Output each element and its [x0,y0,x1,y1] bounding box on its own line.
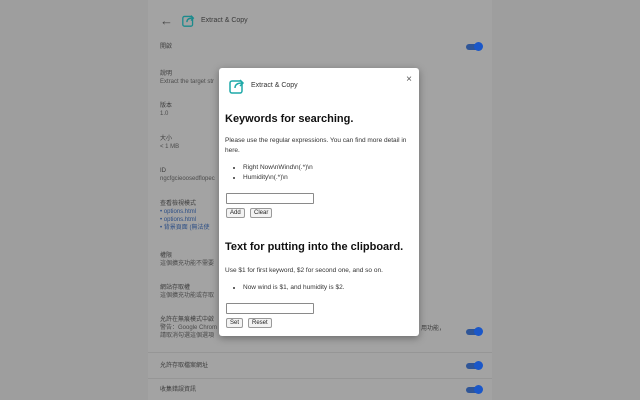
clipboard-description: Use $1 for first keyword, $2 for second … [225,267,383,274]
divider [148,352,492,353]
file-access-label: 允許存取檔案網址 [160,363,209,369]
version-row: 版本 1.0 [160,102,172,118]
set-button[interactable]: Set [226,318,244,328]
permissions-label: 權限 [160,253,173,259]
extension-title: Extract & Copy [201,16,248,24]
keywords-heading: Keywords for searching. [225,113,354,125]
size-row: 大小 < 1 MB [160,135,179,151]
options-dialog: Extract & Copy × Keywords for searching.… [219,68,419,336]
file-access-toggle[interactable] [466,361,483,370]
permissions-row: 權限 這個擴充功能不需要 [160,252,214,268]
size-value: < 1 MB [160,144,180,150]
description-row: 說明 Extract the target str [160,70,214,86]
clear-button[interactable]: Clear [250,208,273,218]
clipboard-example-item: Now wind is $1, and humidity is $2. [243,283,345,293]
extension-logo-icon [182,14,195,27]
keywords-example-list: Right Now\nWind\n(.*)\n Humidity\n(.*)\n [235,163,313,183]
keyword-example-item: Right Now\nWind\n(.*)\n [243,163,313,173]
collect-errors-toggle[interactable] [466,385,483,394]
incognito-warning-2: 請取消勾選這個選項 [160,333,215,339]
enabled-label: 開啟 [160,44,173,50]
id-label: ID [160,168,166,174]
divider [148,378,492,379]
incognito-warning-tail: 用功能， [421,326,446,332]
site-access-value: 這個擴充功能或存取 [160,293,215,299]
inspect-link-background[interactable]: • 背景頁面 (無法使 [160,224,209,232]
extension-logo-icon [229,79,245,94]
clipboard-example-list: Now wind is $1, and humidity is $2. [235,283,345,293]
clipboard-heading: Text for putting into the clipboard. [225,241,404,253]
dialog-title: Extract & Copy [251,82,298,89]
keyword-input[interactable] [226,193,314,204]
clipboard-text-input[interactable] [226,303,314,314]
incognito-warning: 警告：Google Chrom [160,325,218,331]
description-label: 說明 [160,71,173,77]
id-value: ngcfgcieoosedflopec [160,176,215,182]
site-access-label: 網站存取權 [160,285,191,291]
description-value: Extract the target str [160,79,215,85]
version-value: 1.0 [160,111,169,117]
keyword-example-item: Humidity\n(.*)\n [243,173,313,183]
enabled-toggle[interactable] [466,42,483,51]
inspect-link-options-1[interactable]: • options.html [160,208,209,216]
id-row: ID ngcfgcieoosedflopec [160,167,215,183]
incognito-label: 允許在無痕模式中啟 [160,317,215,323]
incognito-toggle[interactable] [466,327,483,336]
reset-button[interactable]: Reset [248,318,272,328]
keywords-description: Please use the regular expressions. You … [225,137,407,154]
collect-errors-label: 收集錯誤資訊 [160,387,197,393]
inspect-link-options-2[interactable]: • options.html [160,216,209,224]
details-header: ← Extract & Copy [160,11,248,29]
add-button[interactable]: Add [226,208,245,218]
permissions-value: 這個擴充功能不需要 [160,261,215,267]
version-label: 版本 [160,103,173,109]
back-arrow-icon[interactable]: ← [160,13,174,28]
site-access-row: 網站存取權 這個擴充功能或存取 [160,284,214,300]
incognito-row: 允許在無痕模式中啟 警告：Google Chrom 請取消勾選這個選項 [160,316,217,340]
close-icon[interactable]: × [406,74,412,85]
inspect-views-row: 查看檢視模式 • options.html • options.html • 背… [160,200,209,232]
inspect-views-label: 查看檢視模式 [160,201,197,207]
size-label: 大小 [160,136,173,142]
